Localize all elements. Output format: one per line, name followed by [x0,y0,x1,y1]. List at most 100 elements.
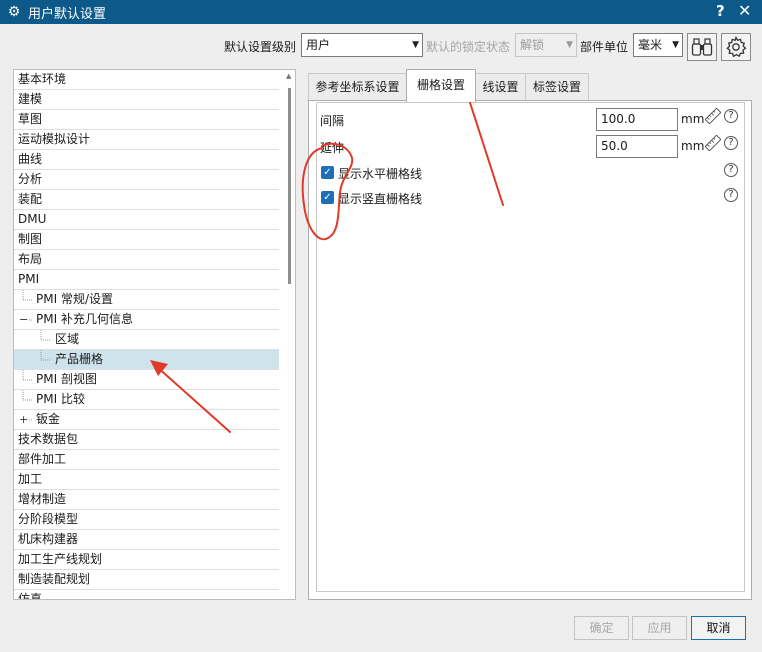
tree-item[interactable]: 加工 [14,470,279,490]
tree-item-label: 曲线 [18,152,43,166]
tree-item[interactable]: 机床构建器 [14,530,279,550]
tab-label-settings[interactable]: 标签设置 [525,73,589,101]
show-horizontal-label: 显示水平栅格线 [338,167,423,181]
chevron-down-icon: ▼ [412,40,419,50]
unit-label: 部件单位 [580,40,629,54]
apply-button[interactable]: 应用 [632,616,687,640]
tree-item-label: 分阶段模型 [18,512,79,526]
find-button[interactable] [687,33,717,61]
expand-icon[interactable]: + [19,410,29,429]
tab-reference-csys[interactable]: 参考坐标系设置 [308,73,407,101]
tree-item-label: DMU [18,212,47,226]
settings-panel: 参考坐标系设置 栅格设置 线设置 标签设置 间隔 100.0 mm ? 延伸 5… [306,69,752,600]
help-button[interactable]: ? [716,2,725,20]
window-title: 用户默认设置 [28,6,107,22]
tree-item-label: 增材制造 [18,492,67,506]
extend-input[interactable]: 50.0 [596,135,678,158]
tree-item[interactable]: 产品栅格 [14,350,279,370]
tree-item-label: 布局 [18,252,43,266]
tree-item[interactable]: 仿真 [14,590,279,600]
tree-item[interactable]: 技术数据包 [14,430,279,450]
measure-icon[interactable] [705,108,721,124]
tree-item-label: 制图 [18,232,43,246]
gear-icon [726,36,747,58]
chevron-down-icon: ▼ [566,40,573,50]
tree-item[interactable]: + 钣金 [14,410,279,430]
tree-item-label: 分析 [18,172,43,186]
tree-scrollbar[interactable]: ▲ [284,70,295,599]
unit-select[interactable]: 毫米 ▼ [633,33,683,57]
tree-item[interactable]: 基本环境 [14,70,279,90]
tree-item[interactable]: 加工生产线规划 [14,550,279,570]
lock-select-value: 解锁 [520,38,545,52]
tree-item[interactable]: PMI [14,270,279,290]
tree-item-label: 技术数据包 [18,432,79,446]
tree-item[interactable]: 分析 [14,170,279,190]
settings-toolbar: 默认设置级别 用户 ▼ 默认的锁定状态 解锁 ▼ 部件单位 毫米 ▼ [0,30,762,61]
tree-item[interactable]: PMI 常规/设置 [14,290,279,310]
interval-input[interactable]: 100.0 [596,108,678,131]
title-bar: ⚙ 用户默认设置 ? ✕ [0,0,762,24]
level-label: 默认设置级别 [224,40,297,54]
tree-item[interactable]: 部件加工 [14,450,279,470]
tree-item[interactable]: 分阶段模型 [14,510,279,530]
measure-icon[interactable] [705,135,721,151]
show-vertical-label: 显示竖直栅格线 [338,192,423,206]
tree-item[interactable]: DMU [14,210,279,230]
tree-item-label: 机床构建器 [18,532,79,546]
tree-item-label: 区域 [55,332,80,346]
tree-connector [40,330,50,341]
level-select-value: 用户 [306,38,331,52]
extend-unit: mm [681,139,705,153]
tree-item-label: 加工生产线规划 [18,552,103,566]
lock-select[interactable]: 解锁 ▼ [515,33,577,57]
tab-line-settings[interactable]: 线设置 [475,73,526,101]
tree-item-label: 钣金 [36,412,61,426]
tree-item-label: PMI 剖视图 [36,372,97,386]
chevron-down-icon: ▼ [672,40,679,50]
tree-item-label: 装配 [18,192,43,206]
scroll-up-icon[interactable]: ▲ [286,72,291,80]
unit-select-value: 毫米 [638,38,663,52]
gear-icon: ⚙ [7,4,21,20]
tree-item[interactable]: 制造装配规划 [14,570,279,590]
tree-item[interactable]: − PMI 补充几何信息 [14,310,279,330]
extend-help-icon[interactable]: ? [724,136,738,150]
extend-label: 延伸 [320,141,345,155]
tree-item[interactable]: PMI 比较 [14,390,279,410]
interval-unit: mm [681,112,705,126]
tree-item-label: 草图 [18,112,43,126]
tree-item[interactable]: 运动模拟设计 [14,130,279,150]
close-button[interactable]: ✕ [738,1,751,20]
show-horizontal-checkbox[interactable]: ✓ [321,166,334,179]
lock-label: 默认的锁定状态 [426,40,511,54]
scrollbar-thumb[interactable] [288,88,291,284]
tree-item[interactable]: PMI 剖视图 [14,370,279,390]
tree-item-label: 仿真 [18,592,43,600]
show-vertical-checkbox[interactable]: ✓ [321,191,334,204]
tree-item[interactable]: 曲线 [14,150,279,170]
tree-connector [40,350,50,361]
tree-item-label: 基本环境 [18,72,67,86]
tree-item-label: 运动模拟设计 [18,132,91,146]
interval-label: 间隔 [320,114,345,128]
cancel-button[interactable]: 取消 [691,616,746,640]
interval-help-icon[interactable]: ? [724,109,738,123]
tree-item-label: PMI 常规/设置 [36,292,113,306]
tree-item[interactable]: 草图 [14,110,279,130]
tree-item[interactable]: 布局 [14,250,279,270]
tree-item[interactable]: 区域 [14,330,279,350]
vertical-help-icon[interactable]: ? [724,188,738,202]
tree-item[interactable]: 增材制造 [14,490,279,510]
horizontal-help-icon[interactable]: ? [724,163,738,177]
tree-item-label: 部件加工 [18,452,67,466]
tree-item[interactable]: 装配 [14,190,279,210]
collapse-icon[interactable]: − [19,310,29,329]
tree-item[interactable]: 制图 [14,230,279,250]
tree-item[interactable]: 建模 [14,90,279,110]
preferences-button[interactable] [721,33,751,61]
level-select[interactable]: 用户 ▼ [301,33,423,57]
ok-button[interactable]: 确定 [574,616,629,640]
grid-settings-group: 间隔 100.0 mm ? 延伸 50.0 mm ? ✓ 显示水平栅格线 ? ✓… [316,102,745,592]
tab-grid-settings[interactable]: 栅格设置 [406,69,476,102]
